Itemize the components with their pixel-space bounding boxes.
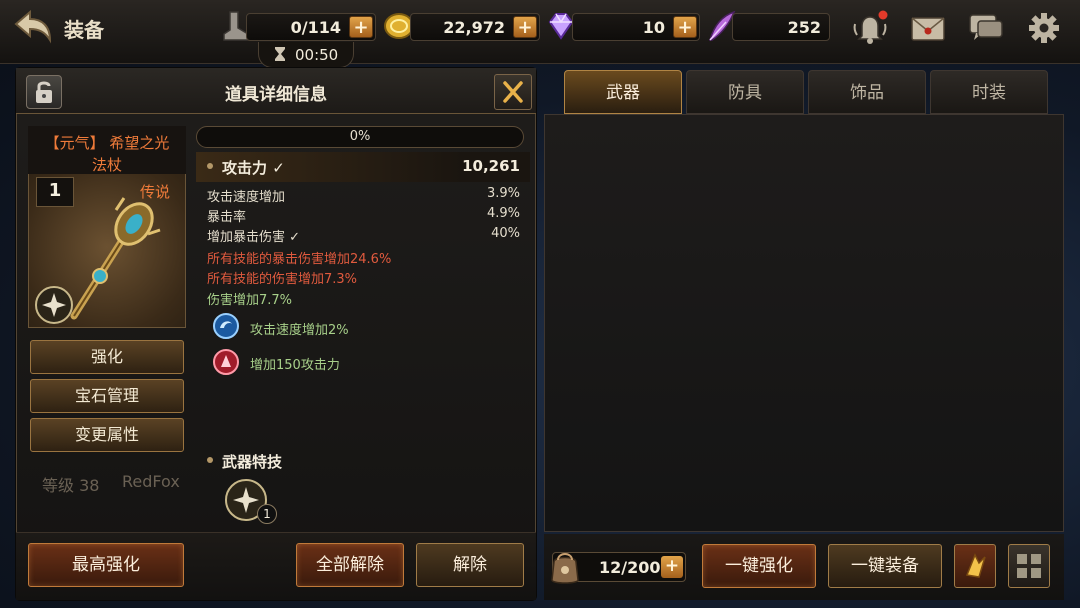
stamina-value: 0/114 [290,18,341,37]
back-arrow-icon[interactable] [10,8,54,48]
weapon-skill-title: 武器特技 [222,453,283,471]
stamina-counter: 0/114 + [246,13,376,41]
inventory-grid [544,114,1064,532]
main-stat-value: 10,261 [462,157,520,175]
change-attribute-button[interactable]: 变更属性 [30,418,184,452]
close-icon [503,81,523,103]
hourglass-icon [275,47,285,61]
tab-accessory[interactable]: 饰品 [808,70,926,114]
expand-inventory-button[interactable]: + [661,556,683,578]
stat-value: 4.9% [486,206,520,221]
stat-value: 3.9% [486,186,520,201]
red-gem-icon [213,349,239,375]
capacity-value: 12/200 [599,558,661,577]
gear-icon[interactable] [1024,10,1064,46]
stamina-timer: 00:50 [258,42,354,68]
stat-label: 暴击率 [207,210,247,225]
max-enhance-button[interactable]: 最高强化 [28,543,184,587]
item-name-line1: 【元气】 希望之光 [44,134,170,152]
bell-notification-icon[interactable] [850,10,890,46]
add-gold-button[interactable]: + [513,16,537,38]
bonus-stat: 伤害增加7.7% [207,293,293,308]
add-stamina-button[interactable]: + [349,16,373,38]
auto-enhance-button[interactable]: 一键强化 [702,544,816,588]
auto-equip-button[interactable]: 一键装备 [828,544,942,588]
ghost-level-text: 等级 38 [42,476,100,495]
special-stat: 所有技能的伤害增加7.3% [207,272,358,287]
diamond-value: 10 [642,18,665,37]
gold-counter: 22,972 + [410,13,540,41]
mail-icon[interactable] [908,10,948,46]
progress-text: 0% [349,129,371,144]
tab-armor[interactable]: 防具 [686,70,804,114]
item-name: 【元气】 希望之光 法杖 [28,132,186,176]
main-stat-label: 攻击力 ✓ [222,159,285,177]
bullet-icon [207,457,213,463]
bag-icon [551,553,579,584]
diamond-counter: 10 + [572,13,700,41]
unequip-all-button[interactable]: 全部解除 [296,543,404,587]
chat-icon[interactable] [966,10,1006,46]
special-stat: 所有技能的暴击伤害增加24.6% [207,252,392,267]
timer-value: 00:50 [295,46,339,64]
page-title: 装备 [64,18,104,42]
unequip-button[interactable]: 解除 [416,543,524,587]
gold-value: 22,972 [443,18,505,37]
enhance-button[interactable]: 强化 [30,340,184,374]
sort-icon [965,553,986,578]
feather-counter: 252 [732,13,830,41]
stat-value: 40% [491,226,520,241]
feather-value: 252 [787,18,821,37]
item-name-line2: 法杖 [91,156,122,174]
grid-icon [1017,554,1041,578]
tab-costume[interactable]: 时装 [930,70,1048,114]
weapon-slot-icon [35,286,73,324]
grid-view-button[interactable] [1008,544,1050,588]
ghost-player-name: RedFox [122,472,180,491]
gem-effect-text: 攻击速度增加2% [250,323,349,338]
close-button[interactable] [494,74,532,110]
panel-title: 道具详细信息 [225,85,327,105]
gem-manage-button[interactable]: 宝石管理 [30,379,184,413]
bullet-icon [207,163,213,169]
add-diamond-button[interactable]: + [673,16,697,38]
stat-label: 攻击速度增加 [207,190,286,205]
stat-label: 增加暴击伤害 ✓ [207,230,301,245]
tab-weapon[interactable]: 武器 [564,70,682,114]
skill-level-badge: 1 [257,504,277,524]
sort-button[interactable] [954,544,996,588]
gem-effect-text: 增加150攻击力 [250,358,340,373]
blue-gem-icon [213,313,239,339]
